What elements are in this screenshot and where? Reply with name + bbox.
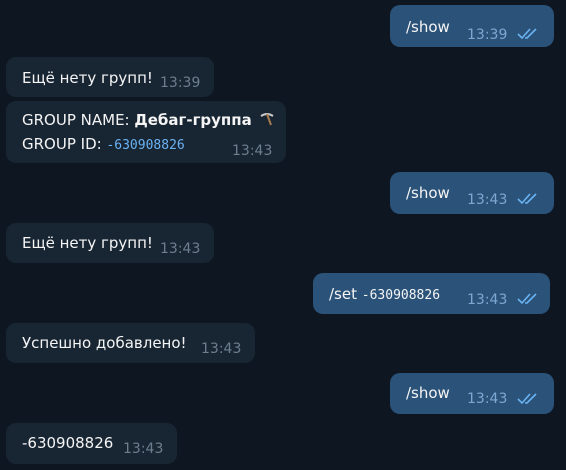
group-name-line: GROUP NAME: Дебаг-группа: [22, 110, 275, 130]
double-check-icon: [517, 193, 537, 205]
message-time: 13:43: [160, 241, 201, 257]
message-outgoing[interactable]: /show 13:43: [390, 373, 554, 414]
message-time: 13:43: [467, 391, 508, 407]
message-incoming-group-info[interactable]: GROUP NAME: Дебаг-группа GROUP ID: -6309…: [6, 101, 286, 163]
command-argument[interactable]: -630908826: [362, 288, 440, 303]
message-text: /show: [406, 184, 450, 202]
message-text: Успешно добавлено!: [22, 334, 187, 352]
message-time: 13:43: [467, 292, 508, 308]
double-check-icon: [517, 393, 537, 405]
double-check-icon: [517, 28, 537, 40]
message-incoming[interactable]: Ещё нету групп! 13:39: [6, 57, 214, 97]
message-time: 13:43: [232, 143, 273, 159]
message-text: Ещё нету групп!: [22, 69, 153, 87]
group-name-value: Дебаг-группа: [134, 111, 252, 129]
chat-history: /show 13:39 Ещё нету групп! 13:39 GROUP …: [0, 0, 566, 470]
group-id-value[interactable]: -630908826: [106, 138, 184, 153]
double-check-icon: [517, 293, 537, 305]
message-text: /show: [406, 18, 450, 36]
pick-icon: [260, 113, 274, 126]
message-incoming[interactable]: Ещё нету групп! 13:43: [6, 223, 214, 263]
message-outgoing[interactable]: /show 13:43: [390, 172, 554, 214]
message-time: 13:43: [201, 341, 242, 357]
message-text: -630908826: [22, 434, 114, 452]
message-time: 13:43: [123, 441, 164, 457]
message-incoming[interactable]: Успешно добавлено! 13:43: [6, 323, 255, 363]
message-time: 13:43: [467, 192, 508, 208]
group-id-line: GROUP ID: -630908826: [22, 134, 185, 156]
message-outgoing-set[interactable]: /set -630908826 13:43: [313, 273, 550, 314]
message-time: 13:39: [467, 27, 508, 43]
group-id-label: GROUP ID:: [22, 135, 107, 153]
message-incoming[interactable]: -630908826 13:43: [6, 423, 177, 464]
command-text: /set: [329, 285, 357, 303]
message-text: Ещё нету групп!: [22, 234, 153, 252]
message-text: /show: [406, 384, 450, 402]
group-name-label: GROUP NAME:: [22, 111, 135, 129]
message-text: /set -630908826: [329, 284, 440, 306]
message-outgoing[interactable]: /show 13:39: [390, 5, 554, 47]
message-time: 13:39: [160, 75, 201, 91]
